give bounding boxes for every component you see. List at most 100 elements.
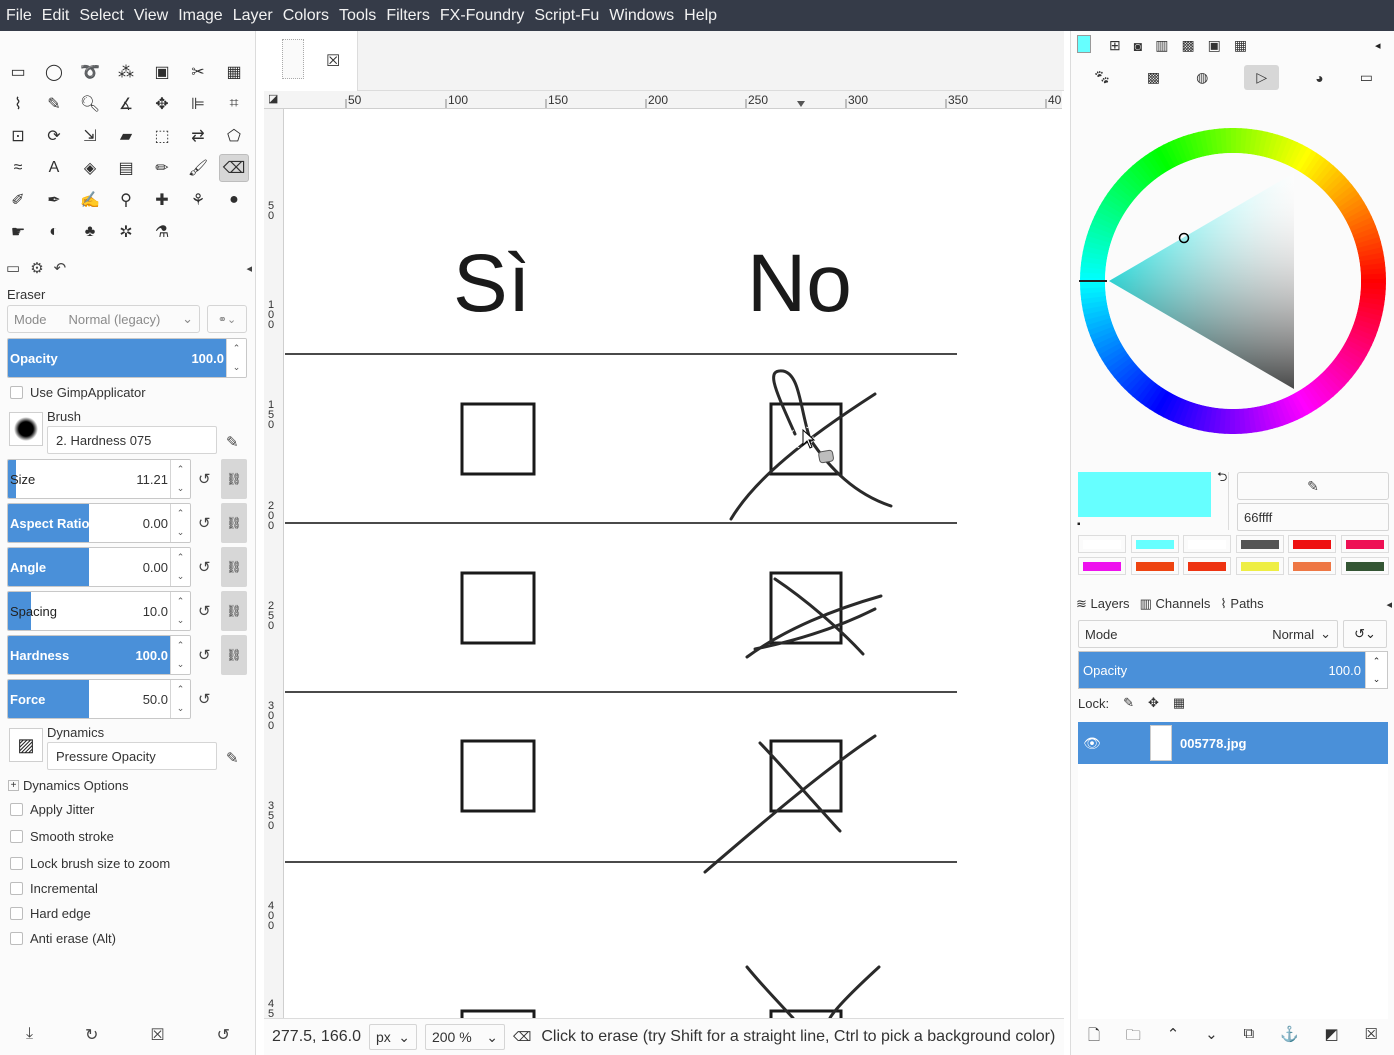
brush-name-field[interactable]: 2. Hardness 075	[47, 426, 217, 454]
menu-edit[interactable]: Edit	[38, 0, 74, 31]
brush-tab-icon[interactable]: ◙	[1134, 38, 1142, 54]
visibility-eye-icon[interactable]: 👁︎	[1078, 735, 1106, 752]
dynamics-preview[interactable]: ▨	[9, 728, 43, 762]
apply-jitter-checkbox[interactable]: Apply Jitter	[10, 802, 94, 817]
raise-layer-icon[interactable]: ⌃	[1167, 1025, 1180, 1050]
levels-icon[interactable]: ⚗	[147, 218, 177, 246]
edit-brush-icon[interactable]: ✎	[226, 433, 239, 451]
menu-fx-foundry[interactable]: FX-Foundry	[436, 0, 528, 31]
angle-slider[interactable]: Angle 0.00 ⌃ ⌄	[7, 547, 191, 587]
flip-icon[interactable]: ⇄	[183, 122, 213, 150]
shear-icon[interactable]: ▰	[111, 122, 141, 150]
tab-layers[interactable]: ≋ Layers	[1076, 596, 1130, 612]
foreground-select-icon[interactable]: ▦	[219, 58, 249, 86]
history-swatch[interactable]	[1183, 557, 1232, 575]
duplicate-layer-icon[interactable]: ⧉	[1243, 1025, 1254, 1050]
spacing-slider[interactable]: Spacing 10.0 ⌃ ⌄	[7, 591, 191, 631]
hex-color-field[interactable]: 66ffff	[1237, 503, 1389, 531]
blur-icon[interactable]: ●	[219, 186, 249, 214]
gegl-icon[interactable]: ♣	[75, 218, 105, 246]
image-tab[interactable]: ☒	[264, 31, 358, 91]
image-canvas[interactable]: Sì No	[285, 109, 1062, 1018]
menu-file[interactable]: File	[2, 0, 36, 31]
gradient-tab-icon[interactable]: ▥	[1155, 37, 1168, 54]
reset-aspect-icon[interactable]: ↺	[198, 514, 211, 532]
mypaint-brush-icon[interactable]: ✍	[75, 186, 105, 214]
dock-menu-icon[interactable]: ◂	[1375, 39, 1381, 52]
history-swatch[interactable]	[1288, 535, 1337, 553]
close-icon[interactable]: ☒	[326, 51, 340, 71]
warp-icon[interactable]: ≈	[3, 154, 33, 182]
link-angle-icon[interactable]: ⛓	[221, 547, 247, 587]
crop-icon[interactable]: ⌗	[219, 90, 249, 118]
checkbox-box[interactable]	[10, 386, 23, 399]
reset-angle-icon[interactable]: ↺	[198, 558, 211, 576]
history-swatch[interactable]	[1288, 557, 1337, 575]
wheel-selector-icon[interactable]: ▷	[1244, 65, 1280, 90]
checkbox-box[interactable]	[10, 830, 23, 843]
link-spacing-icon[interactable]: ⛓	[221, 591, 247, 631]
palette-tab-icon[interactable]: ▩	[1181, 37, 1194, 54]
save-preset-icon[interactable]: ⤓	[26, 1025, 33, 1045]
spacing-spinner[interactable]: ⌃ ⌄	[170, 592, 190, 630]
restore-preset-icon[interactable]: ↻	[85, 1025, 98, 1045]
menu-windows[interactable]: Windows	[605, 0, 678, 31]
lasso-icon[interactable]: ➰	[75, 58, 105, 86]
checkbox-box[interactable]	[10, 932, 23, 945]
aspect-ratio-slider[interactable]: Aspect Ratio 0.00 ⌃ ⌄	[7, 503, 191, 543]
menu-filters[interactable]: Filters	[382, 0, 434, 31]
mask-layer-icon[interactable]: ◩	[1325, 1025, 1339, 1050]
undo-history-tab-icon[interactable]: ↶	[54, 259, 67, 277]
reset-defaults-icon[interactable]: ↺	[217, 1025, 230, 1045]
reset-spacing-icon[interactable]: ↺	[198, 602, 211, 620]
anchor-layer-icon[interactable]: ⚓	[1280, 1025, 1299, 1050]
delete-layer-icon[interactable]: ☒	[1365, 1025, 1378, 1050]
swap-colors-icon[interactable]: ⮌ ▪	[1077, 469, 1229, 530]
menu-help[interactable]: Help	[680, 0, 721, 31]
checkbox-box[interactable]	[10, 803, 23, 816]
history-swatch[interactable]	[1183, 535, 1232, 553]
smooth-stroke-checkbox[interactable]: Smooth stroke	[10, 829, 114, 844]
history-swatch[interactable]	[1130, 557, 1179, 575]
brush-preview[interactable]	[9, 412, 43, 446]
delete-preset-icon[interactable]: ☒	[150, 1025, 164, 1045]
dodge-burn-icon[interactable]: ◐	[39, 218, 69, 246]
checkbox-box[interactable]	[10, 857, 23, 870]
menu-select[interactable]: Select	[75, 0, 127, 31]
use-gimpapplicator-checkbox[interactable]: Use GimpApplicator	[10, 385, 146, 400]
paths-icon[interactable]: ⌇	[3, 90, 33, 118]
history-swatch[interactable]	[1235, 535, 1284, 553]
move-icon[interactable]: ✥	[147, 90, 177, 118]
dynamics-name-field[interactable]: Pressure Opacity	[47, 742, 217, 770]
scissors-icon[interactable]: ✂	[183, 58, 213, 86]
perspective-clone-icon[interactable]: ⚘	[183, 186, 213, 214]
scale-icon[interactable]: ⇲	[75, 122, 105, 150]
hardness-spinner[interactable]: ⌃ ⌄	[170, 636, 190, 674]
opacity-slider[interactable]: Opacity 100.0 ⌃ ⌄	[7, 338, 247, 378]
history-swatch[interactable]	[1078, 557, 1126, 575]
link-aspect-icon[interactable]: ⛓	[221, 503, 247, 543]
menu-layer[interactable]: Layer	[229, 0, 277, 31]
tool-options-tab-icon[interactable]: ▭	[6, 259, 20, 277]
tab-paths[interactable]: ⌇ Paths	[1220, 596, 1263, 612]
reset-hardness-icon[interactable]: ↺	[198, 646, 211, 664]
dynamics-options-expander[interactable]: + Dynamics Options	[8, 778, 128, 793]
hard-edge-checkbox[interactable]: Hard edge	[10, 906, 91, 921]
palette-selector-icon[interactable]: ◕	[1315, 70, 1323, 86]
bucket-fill-icon[interactable]: ◈	[75, 154, 105, 182]
size-slider[interactable]: Size 11.21 ⌃ ⌄	[7, 459, 191, 499]
lock-brush-size-checkbox[interactable]: Lock brush size to zoom	[10, 856, 170, 871]
lock-position-icon[interactable]: ✥	[1148, 695, 1159, 711]
mode-dropdown[interactable]: Mode Normal (legacy) ⌄	[7, 305, 200, 333]
force-spinner[interactable]: ⌃ ⌄	[170, 680, 190, 718]
history-swatch[interactable]	[1235, 557, 1284, 575]
history-swatch[interactable]	[1340, 557, 1389, 575]
aspect-spinner[interactable]: ⌃ ⌄	[170, 504, 190, 542]
layer-opacity-slider[interactable]: Opacity 100.0 ⌃ ⌄	[1078, 651, 1388, 689]
history-swatch[interactable]	[1078, 535, 1126, 553]
layer-opacity-spinner[interactable]: ⌃ ⌄	[1365, 652, 1387, 688]
align-icon[interactable]: ⊫	[183, 90, 213, 118]
lock-alpha-icon[interactable]: ▦	[1173, 695, 1185, 711]
edit-dynamics-icon[interactable]: ✎	[226, 749, 239, 767]
reset-force-icon[interactable]: ↺	[198, 690, 211, 708]
